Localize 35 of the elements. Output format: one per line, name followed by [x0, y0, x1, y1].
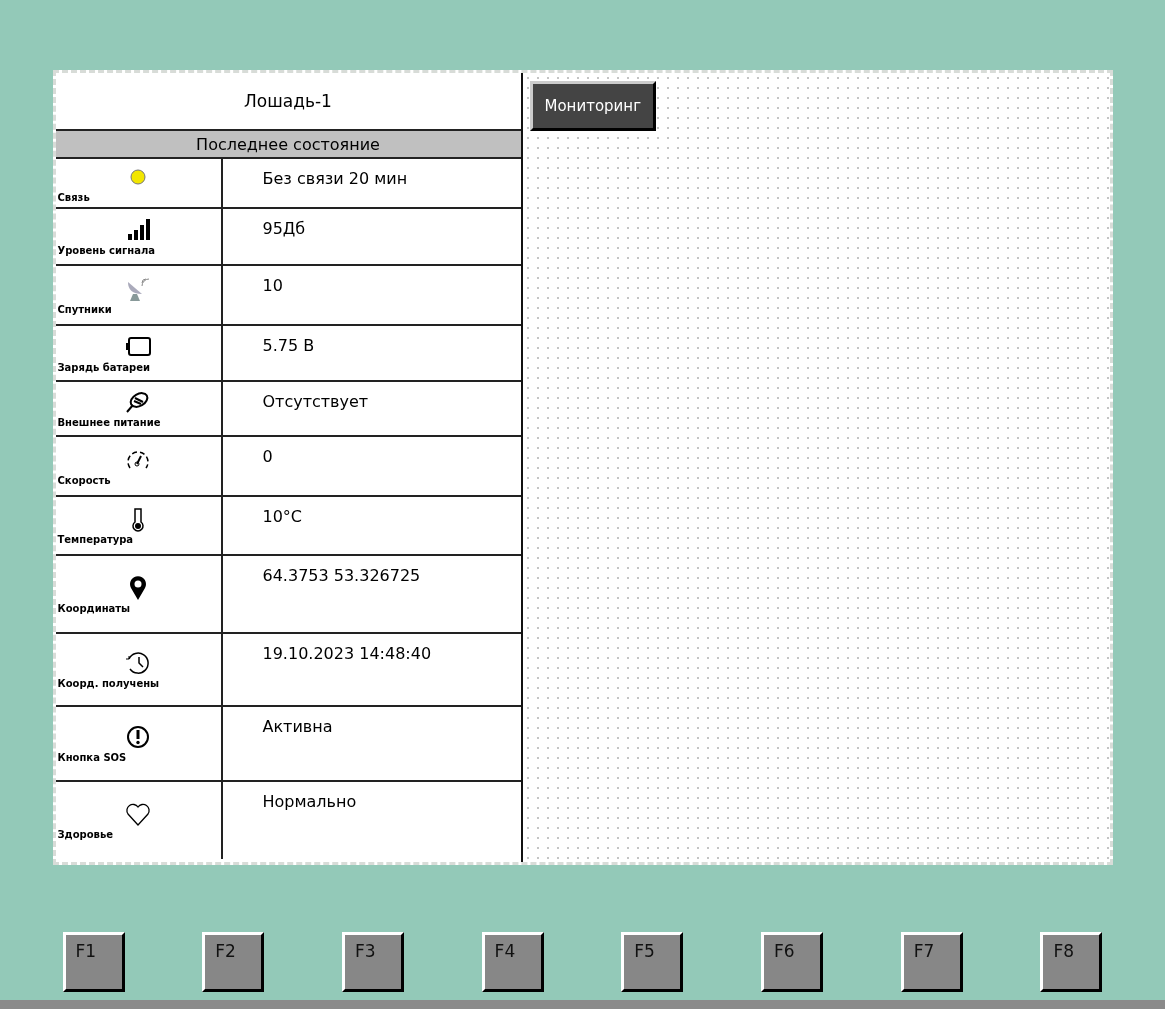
function-key[interactable]: F6	[761, 932, 823, 992]
function-key[interactable]: F3	[341, 932, 404, 992]
parameter-value: Без связи 20 мин	[261, 168, 408, 188]
parameter-value: Активна	[261, 716, 333, 736]
parameter-value: 64.3753 53.326725	[261, 565, 421, 585]
parameter-label: Кнопка SOS	[56, 752, 127, 763]
exclamation-circle-icon	[124, 724, 152, 750]
parameter-label: Скорость	[56, 474, 111, 486]
parameter-label: Связь	[56, 191, 90, 203]
section-header: Последнее состояние	[55, 131, 521, 159]
parameter-value: 95Дб	[261, 218, 306, 238]
function-key[interactable]: F5	[621, 932, 684, 992]
monitoring-button[interactable]: Мониторинг	[529, 81, 657, 131]
function-key[interactable]: F7	[900, 932, 963, 992]
function-key[interactable]: F2	[202, 932, 265, 992]
function-key[interactable]: F4	[481, 932, 544, 992]
heart-icon	[124, 801, 152, 827]
parameter-value: 19.10.2023 14:48:40	[261, 643, 432, 663]
parameter-label: Зарядь батареи	[56, 361, 151, 373]
parameter-value: Нормально	[261, 791, 357, 811]
parameter-label: Уровень сигнала	[56, 245, 155, 256]
parameter-value: Отсутствует	[261, 391, 369, 411]
parameter-label: Спутники	[56, 303, 112, 315]
parameter-label: Температура	[56, 534, 134, 545]
function-key[interactable]: F8	[1040, 932, 1103, 992]
function-key[interactable]: F1	[62, 932, 125, 992]
parameter-value: 5.75 В	[261, 335, 315, 355]
parameter-value: 0	[261, 446, 273, 466]
parameter-value: 10	[261, 275, 283, 295]
parameter-label: Внешнее питание	[56, 417, 161, 428]
clock-icon	[124, 650, 152, 676]
parameter-label: Коорд. получены	[56, 678, 160, 689]
parameter-value: 10°C	[261, 506, 303, 526]
parameter-label: Здоровье	[56, 829, 113, 840]
parameter-label: Координаты	[56, 602, 131, 614]
